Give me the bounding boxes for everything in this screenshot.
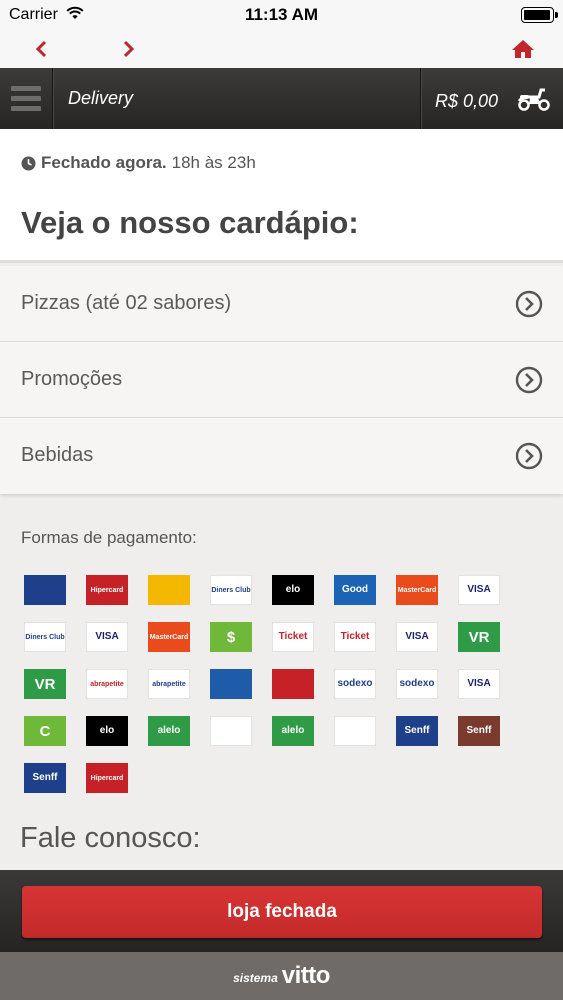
payment-card-logo: Hipercard [86, 763, 128, 793]
home-button[interactable] [508, 34, 538, 64]
hamburger-icon [11, 106, 41, 111]
payment-card-logo [210, 669, 252, 699]
contact-title: Fale conosco: [20, 822, 201, 854]
payment-card-logo: $ [210, 622, 252, 652]
menu-item-label: Bebidas [21, 444, 94, 466]
menu-category-list: Pizzas (até 02 sabores) Promoções Bebida… [0, 266, 563, 494]
payment-card-logo [272, 669, 314, 699]
payment-card-logo [24, 575, 66, 605]
chevron-right-icon [123, 40, 135, 58]
payment-card-logo: Ticket [334, 622, 376, 652]
store-hours: 18h às 23h [171, 153, 256, 172]
payment-card-logo: Diners Club [210, 575, 252, 605]
payment-card-logo: sodexo [396, 669, 438, 699]
payment-card-logo [148, 575, 190, 605]
payment-card-logo: VISA [458, 669, 500, 699]
opening-hours: Fechado agora. 18h às 23h [21, 153, 256, 173]
app-title: Delivery [68, 88, 134, 108]
menu-item-pizzas[interactable]: Pizzas (até 02 sabores) [0, 266, 563, 342]
payment-card-logo [210, 716, 252, 746]
store-closed-button[interactable]: loja fechada [22, 886, 542, 938]
menu-item-label: Promoções [21, 368, 123, 390]
menu-item-bebidas[interactable]: Bebidas [0, 418, 563, 494]
app-header: Delivery R$ 0,00 [0, 68, 563, 129]
payment-card-logo: alelo [148, 716, 190, 746]
footer-brand-logo: vitto [281, 962, 331, 989]
home-icon [512, 40, 534, 58]
payment-methods-title: Formas de pagamento: [21, 528, 197, 547]
payment-card-logo: C [24, 716, 66, 746]
payment-card-logo: Senff [458, 716, 500, 746]
payment-card-logo: sodexo [334, 669, 376, 699]
hamburger-icon [11, 96, 41, 101]
payment-card-logo: VR [24, 669, 66, 699]
battery-level [524, 10, 550, 20]
payment-card-logo: VR [458, 622, 500, 652]
status-bar: Carrier 11:13 AM [0, 0, 563, 30]
payment-card-logo: elo [86, 716, 128, 746]
cart-total: R$ 0,00 [435, 91, 499, 111]
chevron-left-icon [35, 40, 47, 58]
footer: sistema vitto [0, 952, 563, 1000]
payment-card-logo: VISA [458, 575, 500, 605]
footer-prefix: sistema [233, 971, 278, 985]
payment-card-logo [334, 716, 376, 746]
back-button[interactable] [26, 34, 56, 64]
bottom-bar: loja fechada [0, 870, 563, 952]
menu-item-label: Pizzas (até 02 sabores) [21, 292, 232, 314]
payment-card-logo: Hipercard [86, 575, 128, 605]
payment-card-logo: VISA [86, 622, 128, 652]
clock-icon [21, 156, 36, 170]
payment-card-logo: abrapetite [148, 669, 190, 699]
payment-card-logo: Senff [24, 763, 66, 793]
payment-card-logo: elo [272, 575, 314, 605]
payment-card-logo: Diners Club [24, 622, 66, 652]
scooter-icon [517, 88, 550, 111]
payment-card-logo: alelo [272, 716, 314, 746]
chevron-right-circle-icon [515, 366, 543, 394]
forward-button[interactable] [114, 34, 144, 64]
clock-time: 11:13 AM [244, 5, 319, 24]
store-status: Fechado agora. [41, 153, 167, 172]
chevron-right-circle-icon [515, 442, 543, 470]
battery-icon [521, 7, 558, 23]
payment-card-logo: abrapetite [86, 669, 128, 699]
menu-button[interactable] [0, 68, 53, 129]
hamburger-icon [11, 86, 41, 91]
payment-card-logo: VISA [396, 622, 438, 652]
chevron-right-circle-icon [515, 290, 543, 318]
payment-card-logo: MasterCard [148, 622, 190, 652]
payment-card-logo: Ticket [272, 622, 314, 652]
payment-card-logo: MasterCard [396, 575, 438, 605]
store-info-panel: Fechado agora. 18h às 23h Veja o nosso c… [0, 129, 563, 263]
payment-card-logo: Good [334, 575, 376, 605]
navigation-bar [0, 30, 563, 68]
menu-heading: Veja o nosso cardápio: [21, 205, 359, 240]
cart-button[interactable]: R$ 0,00 [420, 68, 563, 129]
menu-item-promocoes[interactable]: Promoções [0, 342, 563, 418]
payment-card-logo: Senff [396, 716, 438, 746]
